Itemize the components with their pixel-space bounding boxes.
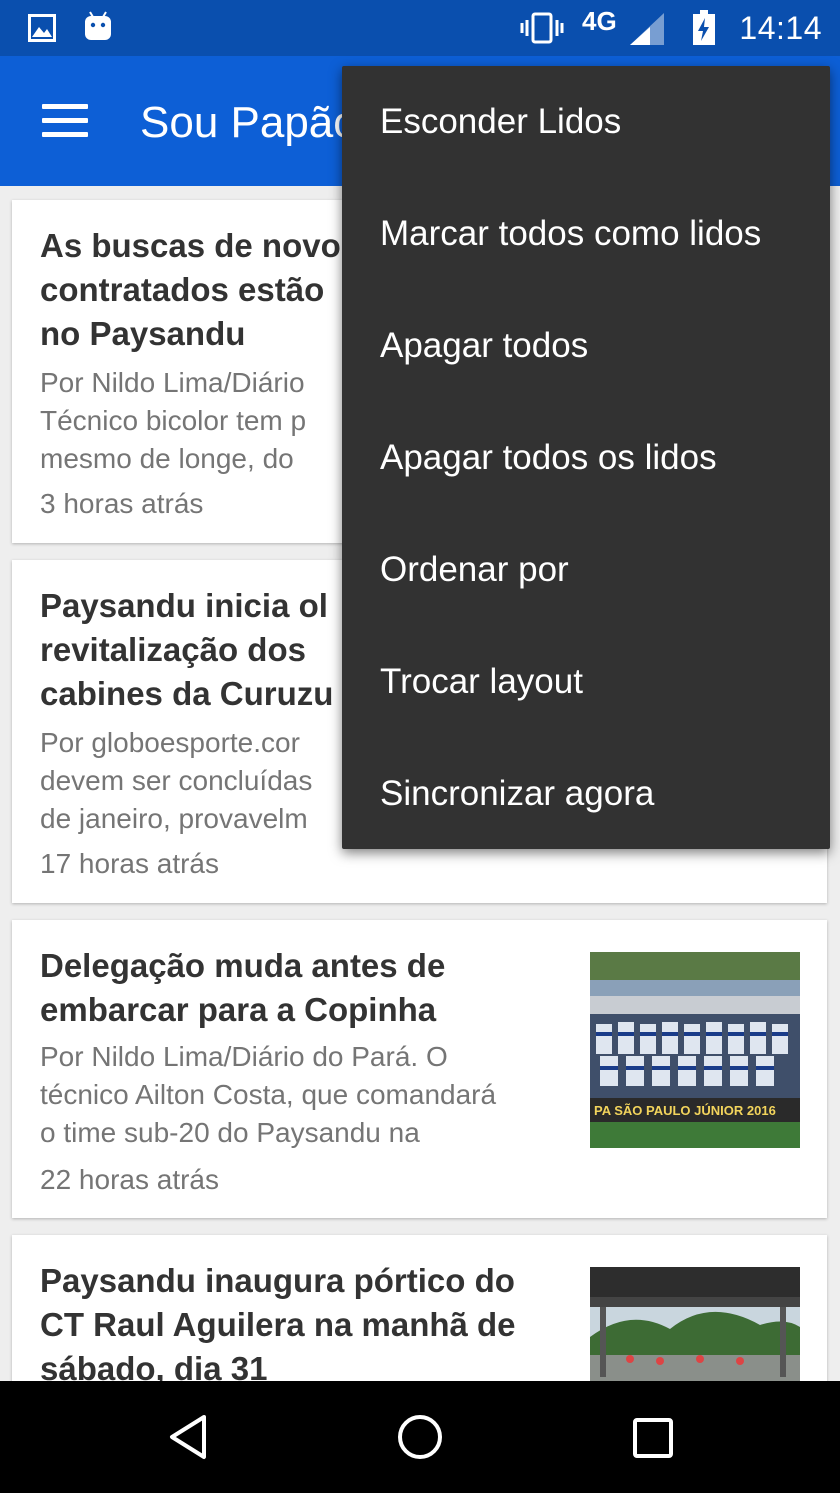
menu-item-apagar-todos-lidos[interactable]: Apagar todos os lidos — [342, 402, 830, 514]
article-title: Delegação muda antes de embarcar para a … — [40, 947, 446, 1028]
team-photo-image: PA SÃO PAULO JÚNIOR 2016 — [590, 952, 800, 1148]
overflow-menu: Esconder Lidos Marcar todos como lidos A… — [342, 66, 830, 849]
article-card[interactable]: Delegação muda antes de embarcar para a … — [12, 920, 827, 1218]
menu-item-apagar-todos[interactable]: Apagar todos — [342, 290, 830, 402]
vibrate-icon — [520, 12, 564, 44]
article-snippet: Por Nildo Lima/Diário do Pará. O técnico… — [40, 1041, 497, 1148]
article-snippet: Por globoesporte.cor devem ser concluída… — [40, 727, 313, 834]
back-icon[interactable] — [166, 1413, 210, 1461]
battery-charging-icon — [693, 10, 715, 45]
article-time: 17 horas atrás — [40, 848, 219, 879]
android-icon — [85, 11, 111, 40]
menu-item-esconder-lidos[interactable]: Esconder Lidos — [342, 66, 830, 178]
network-type-label: 4G — [582, 6, 617, 36]
article-snippet: Por Nildo Lima/Diário Técnico bicolor te… — [40, 367, 307, 474]
article-thumbnail[interactable]: PA SÃO PAULO JÚNIOR 2016 — [590, 952, 800, 1148]
menu-item-trocar-layout[interactable]: Trocar layout — [342, 626, 830, 738]
status-bar: 4G 14:14 — [0, 0, 840, 56]
menu-item-marcar-todos-lidos[interactable]: Marcar todos como lidos — [342, 178, 830, 290]
clock: 14:14 — [739, 10, 822, 46]
article-time: 3 horas atrás — [40, 488, 204, 519]
menu-item-ordenar-por[interactable]: Ordenar por — [342, 514, 830, 626]
article-title: Paysandu inicia ol revitalização dos cab… — [40, 587, 334, 712]
image-icon — [28, 14, 56, 42]
hamburger-icon[interactable] — [42, 104, 88, 138]
signal-icon — [630, 13, 664, 45]
home-icon[interactable] — [396, 1413, 444, 1461]
recents-icon[interactable] — [632, 1417, 674, 1459]
thumb-caption: PA SÃO PAULO JÚNIOR 2016 — [594, 1103, 776, 1118]
menu-item-sincronizar-agora[interactable]: Sincronizar agora — [342, 738, 830, 850]
article-title: Paysandu inaugura pórtico do CT Raul Agu… — [40, 1262, 516, 1387]
navigation-bar — [0, 1381, 840, 1493]
app-title: Sou Papão — [140, 98, 358, 147]
article-time: 22 horas atrás — [40, 1164, 219, 1195]
article-title: As buscas de novos contratados estão no … — [40, 227, 360, 352]
